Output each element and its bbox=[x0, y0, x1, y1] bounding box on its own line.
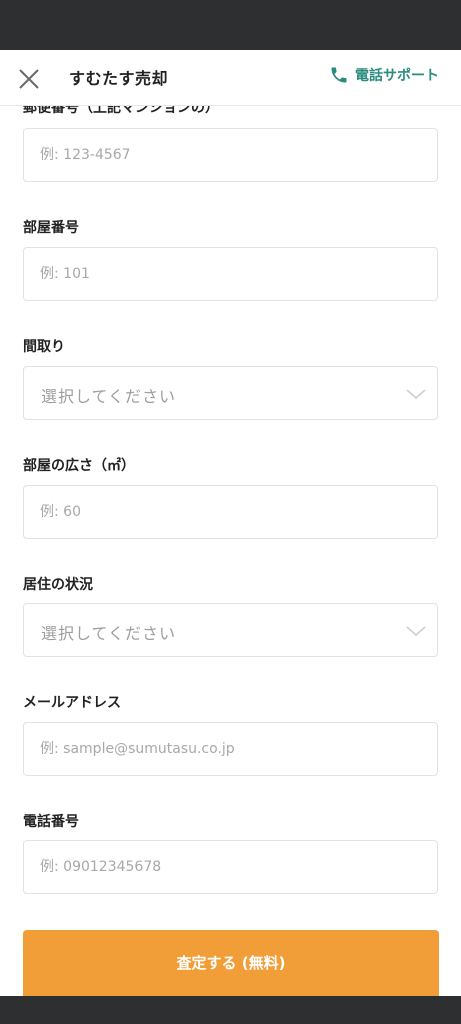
system-navigation-bar bbox=[0, 996, 461, 1024]
close-icon bbox=[19, 69, 39, 89]
phone-support-link[interactable]: 電話サポート bbox=[329, 65, 439, 85]
email-label: メールアドレス bbox=[23, 695, 121, 711]
email-input[interactable] bbox=[24, 723, 437, 775]
residence-status-select[interactable]: 選択してください bbox=[23, 603, 438, 657]
room-area-label: 部屋の広さ（㎡） bbox=[23, 458, 135, 474]
room-number-field[interactable] bbox=[23, 247, 438, 301]
email-field[interactable] bbox=[23, 722, 438, 776]
status-bar bbox=[0, 0, 461, 50]
residence-status-select-value: 選択してください bbox=[41, 624, 177, 643]
phone-icon bbox=[331, 67, 347, 83]
close-button[interactable] bbox=[16, 66, 42, 92]
floor-plan-label: 間取り bbox=[23, 339, 65, 355]
app-title: すむたす売却 bbox=[69, 69, 169, 88]
phone-number-input[interactable] bbox=[24, 841, 437, 893]
submit-appraisal-button[interactable]: 査定する (無料) bbox=[23, 930, 439, 996]
phone-number-field[interactable] bbox=[23, 840, 438, 894]
room-number-input[interactable] bbox=[24, 248, 437, 300]
phone-support-label: 電話サポート bbox=[355, 68, 439, 84]
app-header: すむたす売却 電話サポート bbox=[0, 50, 461, 106]
floor-plan-select-value: 選択してください bbox=[41, 387, 177, 406]
form-scroll-area[interactable]: 郵便番号（上記マンションの） 部屋番号 間取り 選択してください 部屋の広さ（㎡… bbox=[0, 106, 461, 996]
chevron-down-icon bbox=[406, 626, 426, 637]
phone-number-label: 電話番号 bbox=[23, 814, 79, 830]
room-area-field[interactable] bbox=[23, 485, 438, 539]
postal-code-label: 郵便番号（上記マンションの） bbox=[23, 106, 219, 116]
postal-code-field[interactable] bbox=[23, 128, 438, 182]
chevron-down-icon bbox=[406, 389, 426, 400]
floor-plan-select[interactable]: 選択してください bbox=[23, 366, 438, 420]
residence-status-label: 居住の状況 bbox=[23, 577, 93, 593]
postal-code-input[interactable] bbox=[24, 129, 437, 181]
room-area-input[interactable] bbox=[24, 486, 437, 538]
room-number-label: 部屋番号 bbox=[23, 220, 79, 236]
